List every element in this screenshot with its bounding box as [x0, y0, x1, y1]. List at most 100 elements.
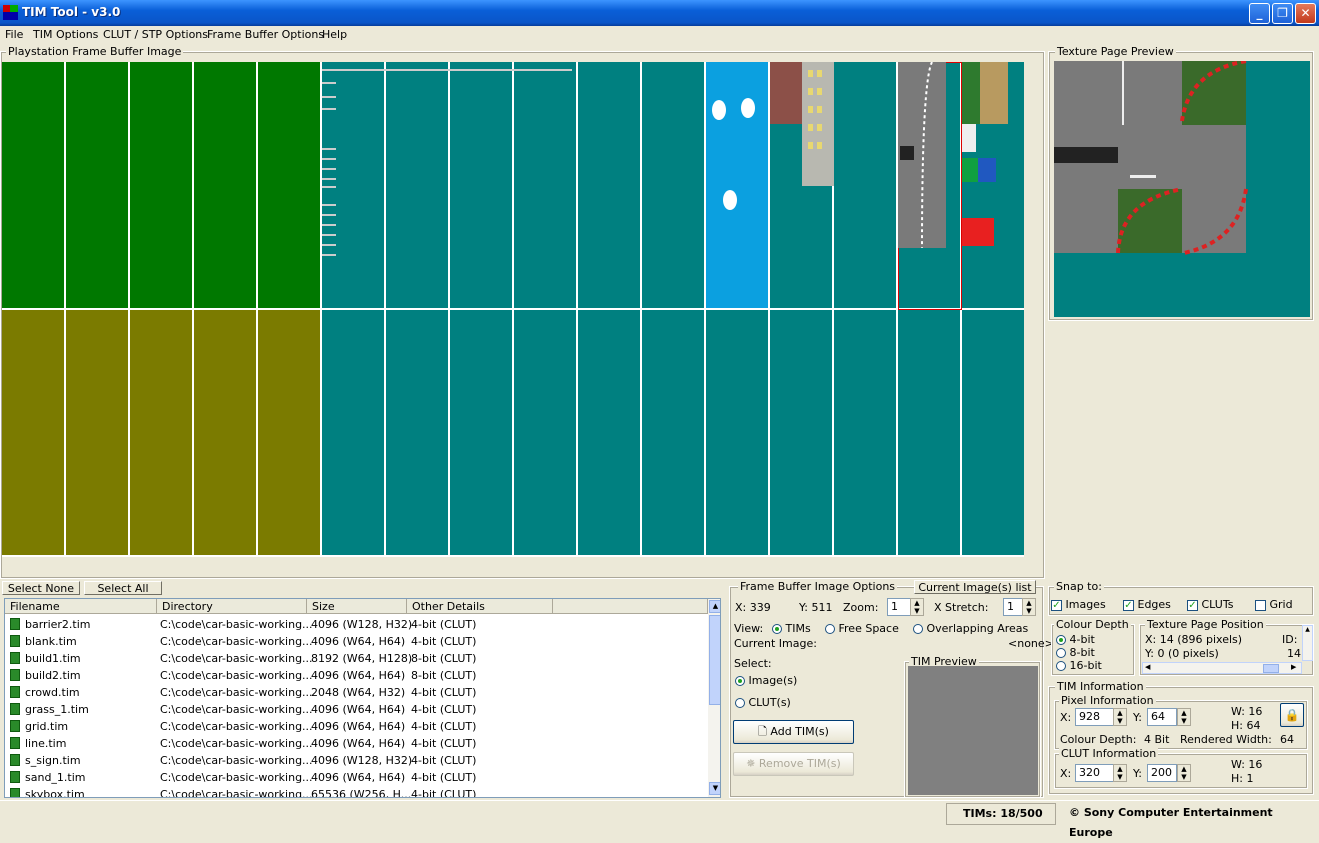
clut-w: W: 16	[1231, 758, 1263, 771]
tim-file-icon	[10, 720, 20, 732]
cell-fname: crowd.tim	[25, 686, 80, 699]
lock-button[interactable]: 🔒	[1280, 703, 1304, 727]
menu-tim-options[interactable]: TIM Options	[33, 28, 98, 41]
current-image-value: <none>	[1008, 637, 1054, 650]
depth-8bit-radio[interactable]: 8-bit	[1056, 646, 1095, 659]
tim-file-icon	[10, 737, 20, 749]
table-row[interactable]: build1.tim C:\code\car-basic-working... 81…	[5, 650, 705, 667]
select-cluts-radio[interactable]: CLUT(s)	[735, 696, 791, 709]
depth-4bit-label: 4-bit	[1069, 633, 1095, 646]
snap-grid-checkbox[interactable]: Grid	[1255, 598, 1293, 611]
tim-file-icon	[10, 686, 20, 698]
table-row[interactable]: s_sign.tim C:\code\car-basic-working... 40…	[5, 752, 705, 769]
select-images-label: Image(s)	[748, 674, 798, 687]
title-bar: TIM Tool - v3.0 _ ❐ ✕	[0, 0, 1319, 26]
table-row[interactable]: crowd.tim C:\code\car-basic-working... 204…	[5, 684, 705, 701]
framebuffer-canvas[interactable]	[2, 62, 1024, 557]
window-title: TIM Tool - v3.0	[22, 5, 121, 19]
depth-4bit-radio[interactable]: 4-bit	[1056, 633, 1095, 646]
cell-details: 4-bit (CLUT)	[411, 703, 477, 716]
hscroll-thumb[interactable]	[1263, 664, 1279, 673]
clut-y-spinner-icon[interactable]: ▲ ▼	[1177, 764, 1191, 782]
remove-tims-button[interactable]: ✵ Remove TIM(s)	[733, 752, 854, 776]
zoom-label: Zoom:	[843, 601, 879, 614]
tim-preview-image	[908, 666, 1038, 795]
snap-edges-checkbox[interactable]: ✓ Edges	[1123, 598, 1171, 611]
cell-fname: skybox.tim	[25, 788, 85, 798]
table-row[interactable]: grass_1.tim C:\code\car-basic-working... 4…	[5, 701, 705, 718]
view-tims-radio[interactable]: TIMs	[772, 622, 811, 635]
scroll-thumb[interactable]	[709, 615, 720, 705]
menu-clut-stp-options[interactable]: CLUT / STP Options	[103, 28, 208, 41]
pixel-x-spinner-icon[interactable]: ▲ ▼	[1113, 708, 1127, 726]
menu-frame-buffer-options[interactable]: Frame Buffer Options	[207, 28, 324, 41]
tim-file-list[interactable]: Filename Directory Size Other Details ba…	[4, 598, 721, 798]
select-all-button[interactable]: Select All	[84, 581, 162, 595]
table-row[interactable]: build2.tim C:\code\car-basic-working... 40…	[5, 667, 705, 684]
minimize-button[interactable]: _	[1249, 3, 1270, 24]
current-images-list-button[interactable]: Current Image(s) list	[914, 580, 1036, 594]
add-tims-label: Add TIM(s)	[770, 725, 829, 738]
clut-x-input[interactable]: 320	[1075, 764, 1115, 782]
col-header-filename[interactable]: Filename	[5, 599, 157, 614]
xstretch-spinner-icon[interactable]: ▲ ▼	[1022, 598, 1036, 616]
current-image-label: Current Image:	[734, 637, 817, 650]
view-overlap-radio[interactable]: Overlapping Areas	[913, 622, 1028, 635]
copyright: © Sony Computer Entertainment Europe	[1069, 806, 1273, 839]
snap-cluts-checkbox[interactable]: ✓ CLUTs	[1187, 598, 1233, 611]
snap-images-label: Images	[1065, 598, 1106, 611]
table-row[interactable]: line.tim C:\code\car-basic-working... 4096…	[5, 735, 705, 752]
clut-x-spinner-icon[interactable]: ▲ ▼	[1113, 764, 1127, 782]
snap-images-checkbox[interactable]: ✓ Images	[1051, 598, 1106, 611]
check-icon: ✓	[1187, 599, 1198, 611]
table-row[interactable]: skybox.tim C:\code\car-basic-working... 65…	[5, 786, 705, 798]
table-row[interactable]: blank.tim C:\code\car-basic-working... 409…	[5, 633, 705, 650]
scroll-up-icon[interactable]: ▲	[709, 600, 720, 613]
menu-file[interactable]: File	[5, 28, 23, 41]
col-header-details[interactable]: Other Details	[407, 599, 553, 614]
check-icon: ✓	[1051, 599, 1062, 611]
add-file-icon: 🗋	[758, 725, 767, 738]
clut-h: H: 1	[1231, 772, 1254, 785]
scroll-right-icon[interactable]: ▶	[1291, 663, 1296, 671]
select-images-radio[interactable]: Image(s)	[735, 674, 797, 687]
cell-size: 4096 (W64, H64)	[311, 720, 406, 733]
tim-file-icon	[10, 703, 20, 715]
list-scrollbar[interactable]: ▲ ▼	[708, 599, 720, 797]
add-tims-button[interactable]: 🗋 Add TIM(s)	[733, 720, 854, 744]
cell-fname: line.tim	[25, 737, 67, 750]
close-button[interactable]: ✕	[1295, 3, 1316, 24]
cell-details: 8-bit (CLUT)	[411, 652, 477, 665]
zoom-spinner-icon[interactable]: ▲ ▼	[910, 598, 924, 616]
zoom-input[interactable]: 1	[887, 598, 911, 616]
scroll-down-icon[interactable]: ▼	[709, 782, 720, 795]
snap-label: Snap to:	[1054, 580, 1104, 593]
table-row[interactable]: grid.tim C:\code\car-basic-working... 4096…	[5, 718, 705, 735]
table-row[interactable]: barrier2.tim C:\code\car-basic-working...…	[5, 616, 705, 633]
col-header-directory[interactable]: Directory	[157, 599, 307, 614]
view-free-space-radio[interactable]: Free Space	[825, 622, 899, 635]
texpage-hscroll[interactable]: ◀ ▶	[1142, 662, 1302, 674]
pixel-y-input[interactable]: 64	[1147, 708, 1177, 726]
cell-dir: C:\code\car-basic-working...	[160, 635, 313, 648]
select-cluts-label: CLUT(s)	[748, 696, 791, 709]
cell-dir: C:\code\car-basic-working...	[160, 720, 313, 733]
depth-16bit-radio[interactable]: 16-bit	[1056, 659, 1102, 672]
pixel-x-input[interactable]: 928	[1075, 708, 1115, 726]
restore-button[interactable]: ❐	[1272, 3, 1293, 24]
scroll-left-icon[interactable]: ◀	[1145, 663, 1150, 671]
table-row[interactable]: sand_1.tim C:\code\car-basic-working... 40…	[5, 769, 705, 786]
menu-help[interactable]: Help	[322, 28, 347, 41]
select-none-button[interactable]: Select None	[2, 581, 80, 595]
pixel-y-spinner-icon[interactable]: ▲ ▼	[1177, 708, 1191, 726]
cell-fname: grid.tim	[25, 720, 69, 733]
cell-size: 4096 (W64, H64)	[311, 737, 406, 750]
texpage-vscroll[interactable]: ▲	[1302, 625, 1313, 661]
cell-fname: build1.tim	[25, 652, 81, 665]
clut-y-input[interactable]: 200	[1147, 764, 1177, 782]
col-header-size[interactable]: Size	[307, 599, 407, 614]
cell-dir: C:\code\car-basic-working...	[160, 686, 313, 699]
texture-preview-canvas	[1054, 59, 1310, 317]
snap-cluts-label: CLUTs	[1201, 598, 1234, 611]
view-tims-label: TIMs	[785, 622, 811, 635]
